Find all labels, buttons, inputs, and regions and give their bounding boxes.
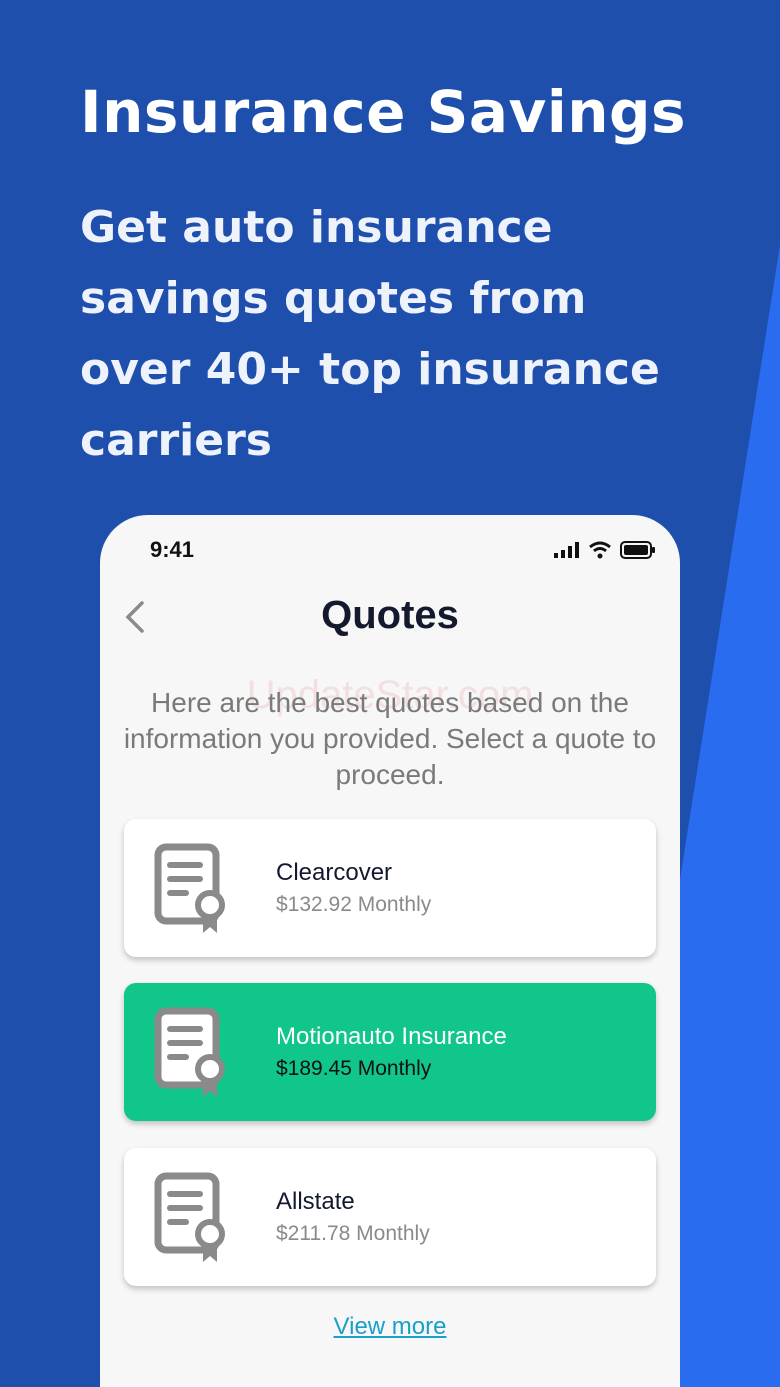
carrier-price: $132.92 Monthly	[276, 893, 432, 916]
page-title: Quotes	[321, 593, 459, 637]
view-more-link[interactable]: View more	[100, 1313, 680, 1341]
signal-icon	[554, 542, 579, 558]
quote-card-allstate[interactable]: Allstate $211.78 Monthly	[124, 1148, 656, 1286]
certificate-icon	[154, 1007, 225, 1097]
intro-text: Here are the best quotes based on the in…	[123, 687, 657, 790]
quote-card-motionauto[interactable]: Motionauto Insurance $189.45 Monthly	[124, 983, 656, 1121]
phone-mockup: 9:41 Quotes UpdateStar.com Here are the …	[100, 515, 680, 1387]
carrier-name: Clearcover	[276, 859, 393, 886]
promo-headline: Insurance Savings	[80, 78, 687, 146]
carrier-price: $211.78 Monthly	[276, 1222, 430, 1245]
wifi-icon	[589, 541, 611, 559]
status-time: 9:41	[150, 537, 195, 562]
status-icons	[554, 541, 656, 559]
certificate-icon	[154, 843, 225, 933]
certificate-icon	[154, 1172, 225, 1262]
carrier-name: Allstate	[276, 1188, 355, 1215]
battery-icon	[620, 541, 655, 559]
promo-subhead: Get auto insurance savings quotes from o…	[80, 202, 660, 466]
carrier-price: $189.45 Monthly	[276, 1057, 432, 1080]
carrier-name: Motionauto Insurance	[276, 1023, 507, 1050]
quote-card-clearcover[interactable]: Clearcover $132.92 Monthly	[124, 819, 656, 957]
